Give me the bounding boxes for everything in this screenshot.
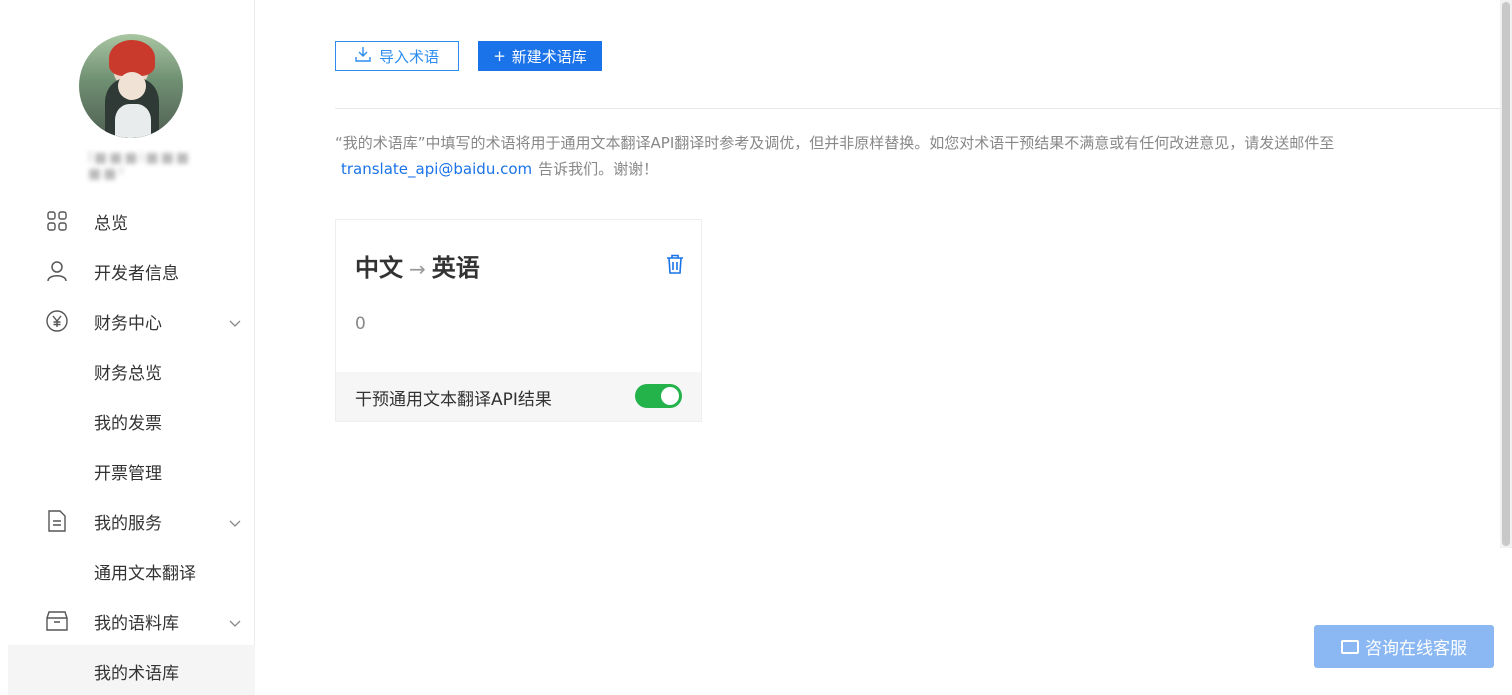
document-icon <box>46 510 68 532</box>
avatar-hat <box>109 40 155 76</box>
target-language: 英语 <box>431 254 480 282</box>
sidebar-item-label: 我的发票 <box>94 414 162 434</box>
chevron-down-icon[interactable] <box>229 614 241 627</box>
sidebar-item-finance-overview[interactable]: 财务总览 <box>0 345 255 395</box>
divider <box>335 108 1500 109</box>
sidebar-item-label: 通用文本翻译 <box>94 564 196 584</box>
trash-icon[interactable] <box>666 254 684 274</box>
toggle-knob <box>661 387 679 405</box>
import-terms-button[interactable]: 导入术语 <box>335 41 459 71</box>
sidebar-item-label: 财务总览 <box>94 364 162 384</box>
online-support-button[interactable]: 咨询在线客服 <box>1314 625 1494 668</box>
notice-text: “我的术语库”中填写的术语将用于通用文本翻译API翻译时参考及调优，但并非原样替… <box>335 134 1335 152</box>
sidebar-item-label: 开票管理 <box>94 464 162 484</box>
avatar[interactable] <box>79 34 183 138</box>
sidebar-item-label: 我的语料库 <box>94 614 179 634</box>
chevron-down-icon[interactable] <box>229 314 241 327</box>
sidebar-menu: 总览 开发者信息 财务中心 财务总览 我的发票 开票管理 我的服务 通用文本翻译… <box>0 195 255 695</box>
plus-icon: + <box>493 47 506 65</box>
sidebar-item-label: 开发者信息 <box>94 264 179 284</box>
sidebar-item-my-corpus[interactable]: 我的语料库 <box>0 595 255 645</box>
sidebar-item-developer[interactable]: 开发者信息 <box>0 245 255 295</box>
termbase-language-pair: 中文 → 英语 <box>355 248 480 283</box>
scrollbar[interactable] <box>1500 0 1512 548</box>
sidebar-item-my-invoices[interactable]: 我的发票 <box>0 395 255 445</box>
avatar-body <box>115 104 151 138</box>
grid-icon <box>46 210 68 232</box>
sidebar-item-finance[interactable]: 财务中心 <box>0 295 255 345</box>
download-icon <box>355 46 371 66</box>
avatar-face <box>118 72 146 100</box>
username: l■■■i■■■ ■■² <box>88 150 192 182</box>
sidebar-item-overview[interactable]: 总览 <box>0 195 255 245</box>
source-language: 中文 <box>355 254 403 282</box>
sidebar-item-text-translation[interactable]: 通用文本翻译 <box>0 545 255 595</box>
main-content: 导入术语 + 新建术语库 “我的术语库”中填写的术语将用于通用文本翻译API翻译… <box>255 0 1512 680</box>
sidebar-item-label: 我的术语库 <box>94 664 179 684</box>
arrow-right-icon: → <box>409 257 426 281</box>
yuan-icon <box>46 310 68 332</box>
new-termbase-button[interactable]: + 新建术语库 <box>478 41 602 71</box>
term-count: 0 <box>355 314 366 334</box>
user-icon <box>46 260 68 282</box>
chat-icon <box>1341 639 1359 654</box>
online-support-label: 咨询在线客服 <box>1365 639 1467 659</box>
sidebar: l■■■i■■■ ■■² 总览 开发者信息 财务中心 财务总览 我的发票 开票管… <box>0 0 255 695</box>
feedback-email-link[interactable]: translate_api@baidu.com <box>341 160 532 178</box>
chevron-down-icon[interactable] <box>229 514 241 527</box>
box-icon <box>46 610 68 632</box>
sidebar-item-label: 财务中心 <box>94 314 162 334</box>
sidebar-item-label: 总览 <box>94 214 128 234</box>
import-terms-label: 导入术语 <box>378 47 439 66</box>
sidebar-item-my-services[interactable]: 我的服务 <box>0 495 255 545</box>
intervene-toggle[interactable] <box>635 384 682 408</box>
notice-suffix: 告诉我们。谢谢！ <box>538 160 659 178</box>
sidebar-item-label: 我的服务 <box>94 514 162 534</box>
new-termbase-label: 新建术语库 <box>511 47 587 66</box>
scrollbar-thumb[interactable] <box>1502 2 1510 546</box>
sidebar-item-invoice-management[interactable]: 开票管理 <box>0 445 255 495</box>
termbase-notice: “我的术语库”中填写的术语将用于通用文本翻译API翻译时参考及调优，但并非原样替… <box>335 130 1505 182</box>
card-footer: 干预通用文本翻译API结果 <box>336 372 701 421</box>
intervene-toggle-label: 干预通用文本翻译API结果 <box>355 390 552 410</box>
termbase-card: 中文 → 英语 0 干预通用文本翻译API结果 <box>335 219 702 422</box>
sidebar-item-my-termbase[interactable]: 我的术语库 <box>8 645 255 695</box>
